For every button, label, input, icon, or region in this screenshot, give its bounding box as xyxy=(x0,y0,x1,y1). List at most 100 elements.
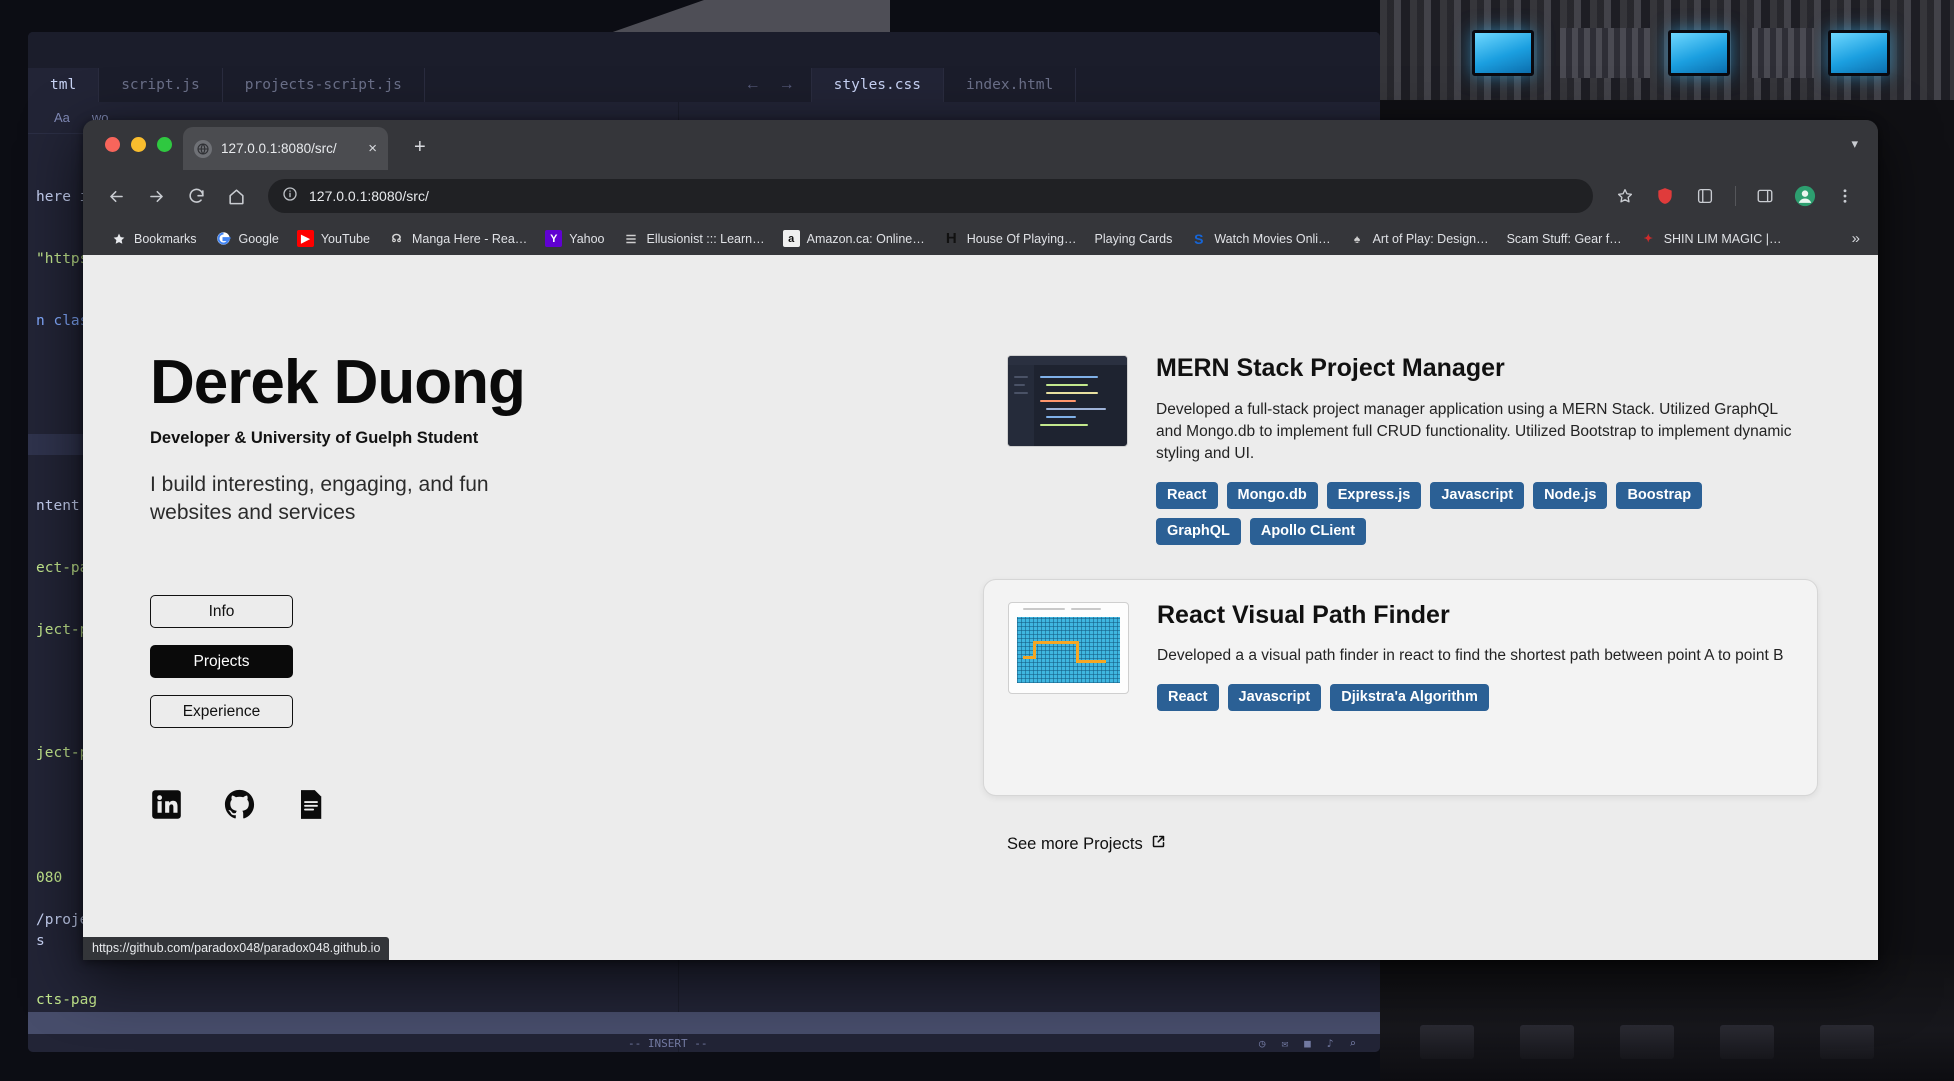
house-of-playing-icon: H xyxy=(945,230,957,247)
window-controls[interactable] xyxy=(105,137,172,152)
bookmark-item-youtube[interactable]: ▶ YouTube xyxy=(288,227,379,250)
social-links xyxy=(150,788,983,826)
bookmark-label: Art of Play: Design… xyxy=(1372,231,1489,246)
editor-tab-projects-script-js[interactable]: projects-script.js xyxy=(223,68,425,102)
forward-icon[interactable] xyxy=(139,179,173,213)
project-thumbnail[interactable] xyxy=(1007,355,1128,447)
browser-tab-strip[interactable]: 127.0.0.1:8080/src/ × + ▾ xyxy=(83,120,1878,170)
nav-button-projects[interactable]: Projects xyxy=(150,645,293,679)
new-tab-button[interactable]: + xyxy=(414,137,426,157)
editor-tab-styles-css[interactable]: styles.css xyxy=(811,68,944,102)
bookmark-item-manga-here[interactable]: ☊ Manga Here - Rea… xyxy=(379,227,536,250)
home-icon[interactable] xyxy=(219,179,253,213)
see-more-projects-link[interactable]: See more Projects xyxy=(1007,834,1166,854)
editor-tab-row[interactable]: tml script.js projects-script.js ← → sty… xyxy=(28,68,1380,102)
hero-subtitle: Developer & University of Guelph Student xyxy=(150,429,479,448)
editor-tab-index-html[interactable]: tml xyxy=(28,68,100,102)
project-description: Developed a a visual path finder in reac… xyxy=(1157,647,1784,664)
bookmark-star-icon[interactable] xyxy=(1608,179,1642,213)
editor-tab-index-html-right[interactable]: index.html xyxy=(944,68,1077,102)
browser-toolbar[interactable]: 127.0.0.1:8080/src/ xyxy=(83,170,1878,222)
bookmark-item-google[interactable]: Google xyxy=(206,227,288,250)
bookmark-label: Manga Here - Rea… xyxy=(411,231,528,246)
editor-forward-icon[interactable]: → xyxy=(779,76,795,94)
bookmark-item-art-of-play[interactable]: ♠ Art of Play: Design… xyxy=(1340,227,1498,250)
project-card-mern-stack[interactable]: MERN Stack Project Manager Developed a f… xyxy=(983,333,1818,571)
bookmarks-overflow-button[interactable]: » xyxy=(1852,230,1864,247)
code-line: cts-pag xyxy=(36,992,98,1009)
star-icon xyxy=(110,230,127,247)
extensions-icon[interactable] xyxy=(1688,179,1722,213)
editor-tab-label: projects-script.js xyxy=(244,77,402,93)
bookmark-item-house-of-playing[interactable]: H House Of Playing… xyxy=(934,227,1086,250)
info-circle-icon[interactable] xyxy=(282,186,298,207)
project-description: Developed a full-stack project manager a… xyxy=(1156,400,1792,462)
bookmark-label: Bookmarks xyxy=(134,231,197,246)
editor-status-icons: ◷ ✉ ■ ♪ ⌕ xyxy=(28,1034,1380,1052)
editor-tab-label: index.html xyxy=(965,77,1054,93)
project-details: React Visual Path Finder Developed a a v… xyxy=(1157,601,1793,770)
tech-badge: GraphQL xyxy=(1156,517,1241,545)
status-volume-icon: ♪ xyxy=(1326,1036,1334,1050)
bookmark-item-shin-lim-magic[interactable]: ✦ SHIN LIM MAGIC |… xyxy=(1631,227,1791,250)
tech-badge: React xyxy=(1157,684,1219,711)
editor-tab-filler-right xyxy=(1076,68,1380,102)
status-search-icon: ⌕ xyxy=(1349,1036,1356,1050)
desktop-backdrop: tml script.js projects-script.js ← → sty… xyxy=(0,0,1954,1081)
projects-section: MERN Stack Project Manager Developed a f… xyxy=(983,255,1878,960)
profile-avatar[interactable] xyxy=(1788,179,1822,213)
project-card-path-finder[interactable]: React Visual Path Finder Developed a a v… xyxy=(983,578,1818,796)
bookmark-item-watch-movies[interactable]: S Watch Movies Onli… xyxy=(1181,227,1339,250)
close-window-button[interactable] xyxy=(105,137,120,152)
resume-document-icon[interactable] xyxy=(296,788,326,826)
browser-window[interactable]: 127.0.0.1:8080/src/ × + ▾ 127.0.0.1:8080… xyxy=(83,120,1878,960)
bookmark-label: House Of Playing… xyxy=(966,231,1077,246)
nav-button-experience[interactable]: Experience xyxy=(150,695,293,729)
back-icon[interactable] xyxy=(99,179,133,213)
linkedin-icon[interactable] xyxy=(150,788,183,826)
github-icon[interactable] xyxy=(223,788,256,826)
status-clock-icon: ◷ xyxy=(1258,1036,1266,1050)
bookmark-item-ellusionist[interactable]: Ellusionist ::: Learn… xyxy=(614,227,774,250)
minimize-window-button[interactable] xyxy=(131,137,146,152)
background-thumb-2 xyxy=(1520,1025,1574,1059)
bookmark-item-bookmarks[interactable]: Bookmarks xyxy=(101,227,206,250)
tech-badge: Javascript xyxy=(1430,481,1525,509)
reload-icon[interactable] xyxy=(179,179,213,213)
bookmark-item-scam-stuff[interactable]: Scam Stuff: Gear f… xyxy=(1498,229,1631,249)
browser-tab-active[interactable]: 127.0.0.1:8080/src/ × xyxy=(183,127,388,170)
sidepanel-icon[interactable] xyxy=(1748,179,1782,213)
nav-button-group: Info Projects Experience xyxy=(150,595,983,729)
maximize-window-button[interactable] xyxy=(157,137,172,152)
editor-tab-script-js[interactable]: script.js xyxy=(99,68,223,102)
nav-button-info[interactable]: Info xyxy=(150,595,293,629)
bookmark-item-yahoo[interactable]: Y Yahoo xyxy=(536,227,613,250)
tech-badge: Mongo.db xyxy=(1226,481,1318,509)
bookmark-label: YouTube xyxy=(320,231,370,246)
background-bottom-row xyxy=(1380,955,1954,1081)
project-thumbnail[interactable] xyxy=(1008,601,1129,694)
editor-tab-label: script.js xyxy=(121,77,200,93)
editor-back-icon[interactable]: ← xyxy=(745,76,761,94)
extension-shield-icon[interactable] xyxy=(1648,179,1682,213)
editor-nav-arrows[interactable]: ← → xyxy=(729,68,812,102)
tech-badge: Node.js xyxy=(1533,481,1608,509)
address-bar-text[interactable]: 127.0.0.1:8080/src/ xyxy=(309,188,429,204)
bookmarks-bar[interactable]: Bookmarks Google ▶ YouTube ☊ Manga Here … xyxy=(83,222,1878,255)
tech-badge: React xyxy=(1156,481,1218,509)
close-tab-icon[interactable]: × xyxy=(368,141,377,156)
watch-movies-icon: S xyxy=(1194,230,1204,247)
project-title: MERN Stack Project Manager xyxy=(1156,354,1505,382)
background-grey-panel-1 xyxy=(1560,28,1650,78)
bookmark-item-amazon[interactable]: a Amazon.ca: Online… xyxy=(774,227,934,250)
globe-icon xyxy=(194,139,212,158)
bookmark-item-playing-cards[interactable]: Playing Cards xyxy=(1086,229,1182,249)
address-bar[interactable]: 127.0.0.1:8080/src/ xyxy=(268,179,1593,213)
bookmark-label: Watch Movies Onli… xyxy=(1214,231,1331,246)
find-match-case-toggle[interactable]: Aa xyxy=(54,110,70,125)
tech-badge: Djikstra'a Algorithm xyxy=(1330,684,1489,711)
menu-icon[interactable] xyxy=(1828,179,1862,213)
yahoo-icon: Y xyxy=(545,230,563,247)
link-status-tooltip: https://github.com/paradox048/paradox048… xyxy=(83,937,390,960)
chevron-down-icon[interactable]: ▾ xyxy=(1851,136,1858,152)
